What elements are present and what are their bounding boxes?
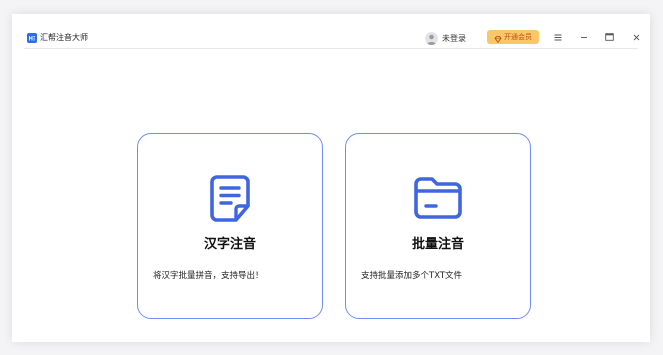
folder-icon <box>346 174 530 222</box>
card-title: 汉字注音 <box>203 237 256 252</box>
card-description: 将汉字批量拼音，支持导出！ <box>153 271 264 281</box>
card-hanzi-pinyin[interactable]: 汉字注音 将汉字批量拼音，支持导出！ <box>137 133 323 319</box>
vip-button[interactable]: 开通会员 <box>487 30 539 44</box>
avatar-icon <box>425 31 438 45</box>
menu-icon[interactable] <box>551 30 565 44</box>
card-description: 支持批量添加多个TXT文件 <box>361 271 463 281</box>
login-button[interactable]: 未登录 <box>425 30 466 46</box>
title-bar: 汇帮注音大师 未登录 开通会员 <box>12 29 650 49</box>
card-title: 批量注音 <box>411 237 464 252</box>
header-divider <box>24 48 638 49</box>
maximize-icon[interactable] <box>602 30 616 44</box>
card-batch-pinyin[interactable]: 批量注音 支持批量添加多个TXT文件 <box>345 133 531 319</box>
app-title: 汇帮注音大师 <box>40 33 88 42</box>
close-icon[interactable] <box>629 30 643 44</box>
vip-label: 开通会员 <box>504 33 532 41</box>
minimize-icon[interactable] <box>577 30 591 44</box>
document-icon <box>138 174 322 224</box>
login-status-label: 未登录 <box>442 33 466 43</box>
diamond-icon <box>494 28 502 47</box>
app-window: 汇帮注音大师 未登录 开通会员 汉字注音 将汉字批量拼音，支持导出！ 批量注音 … <box>12 14 650 342</box>
app-logo-icon <box>27 33 37 43</box>
